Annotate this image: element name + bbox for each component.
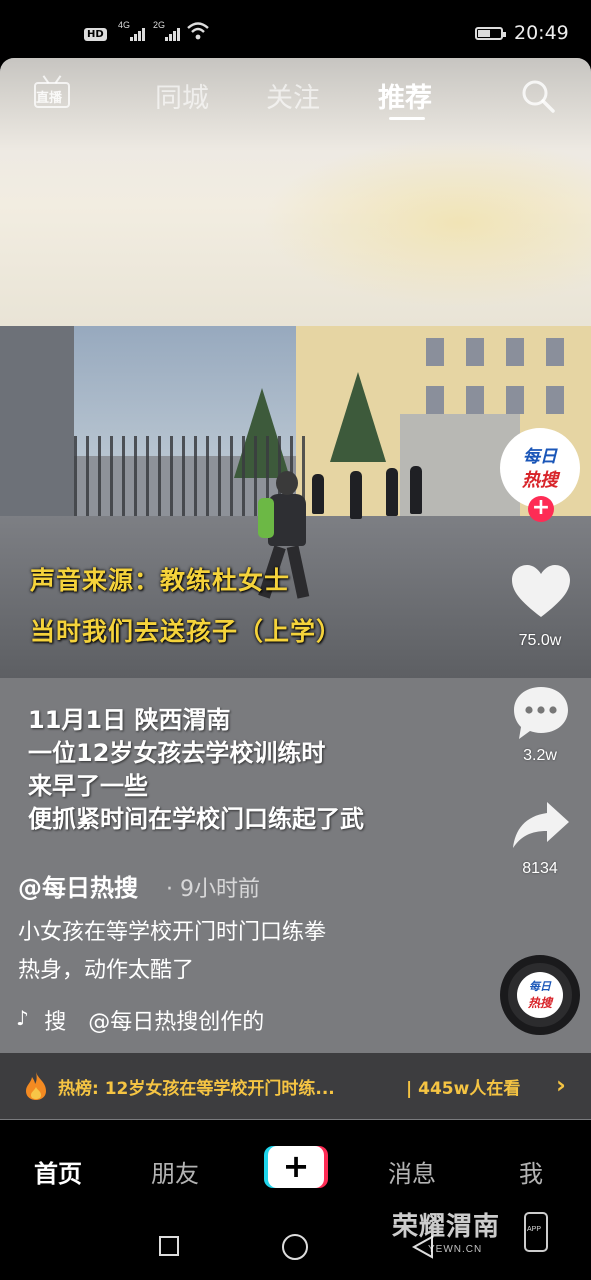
music-note-icon: ♪ <box>16 1006 29 1030</box>
signal-icon <box>165 25 181 41</box>
watermark-title: 荣耀渭南 <box>392 1212 501 1242</box>
shares-count: 8134 <box>522 860 558 877</box>
likes-count: 75.0w <box>518 632 562 649</box>
search-icon[interactable] <box>520 78 556 114</box>
nav-messages[interactable]: 消息 <box>388 1154 436 1189</box>
author-name[interactable]: @每日热搜 <box>18 868 138 903</box>
music-title: 搜 @每日热搜创作的 <box>42 1010 265 1035</box>
video-caption-line1: 声音来源：教练杜女士 <box>30 566 291 595</box>
comment-icon[interactable] <box>511 684 571 742</box>
status-bar: HD 4G 2G 20:49 <box>0 0 591 58</box>
hot-list-bar[interactable]: 热榜: 12岁女孩在等学校开门时练... | 445w人在看 › <box>0 1053 591 1119</box>
bottom-nav: 首页 朋友 + 消息 我 <box>0 1120 591 1216</box>
watermark-url: YEWN.CN <box>428 1244 483 1255</box>
disc-logo-top: 每日 <box>529 980 551 993</box>
home-button[interactable] <box>282 1234 308 1260</box>
tab-recommended[interactable]: 推荐 <box>378 76 432 115</box>
recent-apps-button[interactable] <box>159 1236 179 1256</box>
avatar-logo-top: 每日 <box>523 447 557 467</box>
tab-underline <box>389 117 425 120</box>
video-tree <box>330 372 386 462</box>
video-child <box>350 471 362 519</box>
video-child <box>410 466 422 514</box>
overlay-text-line2: 一位12岁女孩去学校训练时 <box>28 739 326 767</box>
overlay-text-line3: 来早了一些 <box>28 772 148 800</box>
live-label: 直播 <box>36 91 63 106</box>
disc-logo-bottom: 热搜 <box>527 996 552 1010</box>
phone-icon: APP <box>524 1212 548 1252</box>
video-caption-line2: 当时我们去送孩子（上学） <box>30 617 343 646</box>
watermark-logo: 荣耀渭南 YEWN.CN APP <box>392 1206 552 1266</box>
live-icon[interactable]: 直播 <box>34 74 72 112</box>
post-time: · 9小时前 <box>166 877 260 902</box>
heart-icon[interactable] <box>510 563 572 619</box>
hd-indicator: HD <box>84 28 107 41</box>
signal-icon <box>130 25 146 41</box>
tab-same-city[interactable]: 同城 <box>155 76 209 115</box>
status-time: 20:49 <box>514 22 569 44</box>
network-4g-label: 4G <box>118 20 131 30</box>
nav-me[interactable]: 我 <box>519 1154 543 1189</box>
video-child <box>386 468 398 516</box>
share-icon[interactable] <box>511 800 571 852</box>
overlay-text-line4: 便抓紧时间在学校门口练起了武 <box>28 805 364 833</box>
video-feed[interactable]: 声音来源：教练杜女士 当时我们去送孩子（上学） 11月1日 陕西渭南 一位12岁… <box>0 58 591 1120</box>
hot-list-text: 热榜: 12岁女孩在等学校开门时练... <box>58 1079 335 1099</box>
post-description-line2[interactable]: 热身，动作太酷了 <box>18 952 194 984</box>
video-pillar <box>0 326 74 526</box>
post-description-line1[interactable]: 小女孩在等学校开门时门口练拳 <box>18 914 326 946</box>
avatar-logo-bottom: 热搜 <box>522 470 558 491</box>
tab-following[interactable]: 关注 <box>266 76 320 115</box>
watermark-app: APP <box>527 1226 542 1233</box>
music-disc[interactable]: 每日 热搜 <box>500 955 580 1035</box>
fire-icon <box>26 1072 46 1100</box>
follow-button[interactable]: + <box>528 496 554 522</box>
network-2g-label: 2G <box>153 20 166 30</box>
comments-count: 3.2w <box>523 747 557 764</box>
battery-icon <box>475 27 506 40</box>
chevron-right-icon: › <box>556 1071 566 1099</box>
create-button[interactable]: + <box>264 1146 328 1188</box>
hot-list-viewers: | 445w人在看 <box>406 1079 521 1099</box>
nav-home[interactable]: 首页 <box>34 1154 82 1189</box>
wifi-icon <box>187 22 209 40</box>
battery-level <box>478 30 490 37</box>
plus-icon: + <box>268 1146 324 1188</box>
overlay-text-line1: 11月1日 陕西渭南 <box>28 706 231 734</box>
top-nav: 直播 同城 关注 推荐 <box>0 58 591 128</box>
nav-friends[interactable]: 朋友 <box>151 1154 199 1189</box>
